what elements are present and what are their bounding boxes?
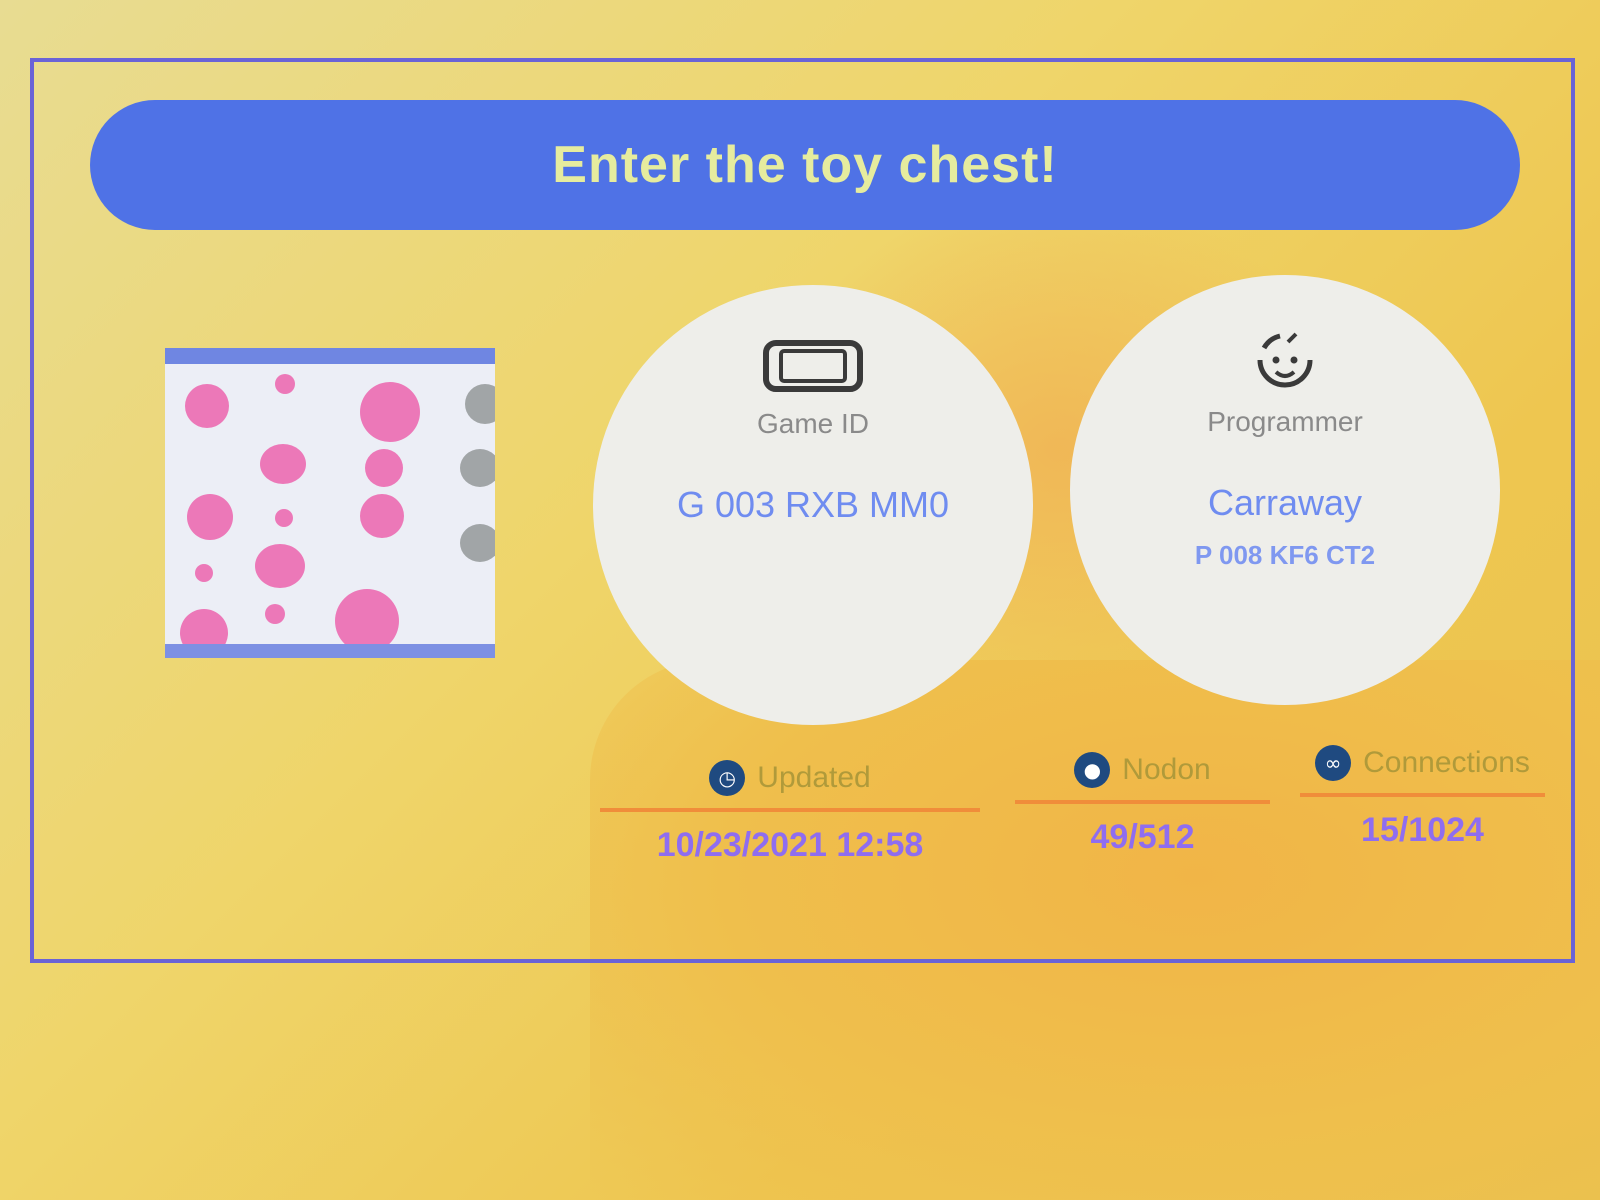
stat-updated: ◷ Updated 10/23/2021 12:58 (600, 760, 980, 865)
clock-icon: ◷ (709, 760, 746, 796)
divider (1300, 793, 1545, 797)
programmer-id: P 008 KF6 CT2 (1194, 540, 1376, 570)
stat-value: 15/1024 (1361, 811, 1484, 849)
game-id-value[interactable]: G 003 RXB MM0 (677, 484, 949, 526)
stat-value: 49/512 (1090, 818, 1195, 856)
programmer-label: Programmer (1207, 406, 1363, 437)
nodon-icon: ● (1074, 752, 1111, 788)
title-banner: Enter the toy chest! (90, 100, 1520, 230)
divider (1015, 800, 1270, 804)
link-icon: ∞ (1315, 745, 1352, 781)
stat-label: Connections (1363, 746, 1530, 779)
programmer-name[interactable]: Carraway (1208, 482, 1362, 524)
page-title: Enter the toy chest! (552, 136, 1058, 194)
game-id-panel: Game ID G 003 RXB MM0 (593, 285, 1033, 725)
stat-label: Updated (757, 761, 871, 794)
programmer-panel: Programmer Carraway P 008 KF6 CT2 (1070, 275, 1500, 705)
stat-value: 10/23/2021 12:58 (656, 826, 924, 864)
face-icon (1257, 332, 1313, 388)
stat-label: Nodon (1122, 753, 1211, 786)
console-icon (763, 340, 863, 392)
divider (600, 808, 980, 812)
game-thumbnail[interactable] (165, 348, 495, 658)
stat-nodon: ● Nodon 49/512 (1015, 752, 1270, 857)
stat-connections: ∞ Connections 15/1024 (1300, 745, 1545, 850)
game-id-label: Game ID (756, 408, 870, 439)
